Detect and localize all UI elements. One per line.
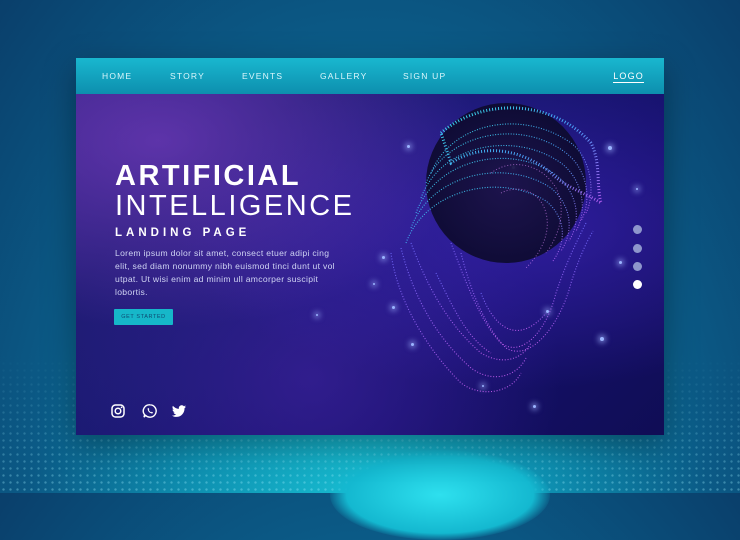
hero-title-line-2: INTELLIGENCE [115, 190, 355, 222]
logo-link[interactable]: LOGO [613, 71, 644, 83]
ai-head-illustration [390, 103, 604, 393]
nav-item-story[interactable]: STORY [170, 71, 205, 81]
top-navigation-bar: HOME STORY EVENTS GALLERY SIGN UP LOGO [76, 58, 664, 94]
hero-description: Lorem ipsum dolor sit amet, consect etue… [115, 248, 335, 297]
nav-item-events[interactable]: EVENTS [242, 71, 283, 81]
nav-item-home[interactable]: HOME [102, 71, 132, 81]
get-started-button[interactable]: GET STARTED [114, 309, 173, 325]
pagination-dot[interactable] [633, 225, 642, 234]
pagination-dot-active[interactable] [633, 280, 642, 289]
hero-title-line-1: ARTIFICIAL [115, 160, 302, 192]
whatsapp-icon[interactable] [142, 403, 158, 419]
background-glow-shape [330, 450, 550, 540]
nav-item-gallery[interactable]: GALLERY [320, 71, 367, 81]
landing-page-mockup: HOME STORY EVENTS GALLERY SIGN UP LOGO A… [76, 58, 664, 435]
twitter-icon[interactable] [171, 403, 187, 419]
instagram-icon[interactable] [110, 403, 126, 419]
pagination-dot[interactable] [633, 262, 642, 271]
nav-item-sign-up[interactable]: SIGN UP [403, 71, 446, 81]
pagination-dot[interactable] [633, 244, 642, 253]
hero-subtitle: LANDING PAGE [115, 227, 251, 239]
